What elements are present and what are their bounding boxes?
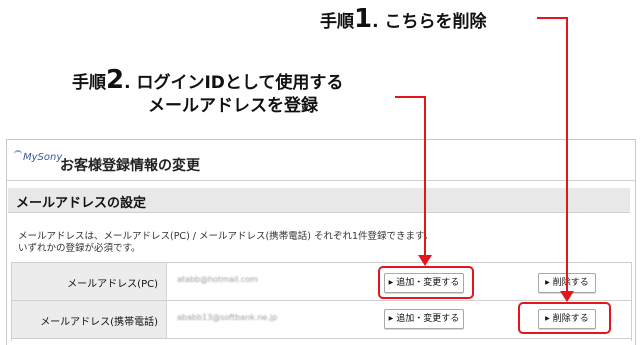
row-label-cell: メールアドレス(PC) bbox=[12, 263, 167, 300]
logo-text: MySony bbox=[23, 152, 63, 163]
email-value: ababb13@softbank.ne.jp bbox=[177, 313, 278, 322]
logo-swoosh-icon bbox=[14, 150, 22, 156]
row-label: メールアドレス(携帯電話) bbox=[40, 317, 158, 328]
button-label: 削除する bbox=[552, 278, 589, 288]
table-row-pc: メールアドレス(PC) atabb@hotmail.com ▶ 追加・変更する ▶… bbox=[12, 263, 631, 301]
triangle-right-icon: ▶ bbox=[545, 279, 550, 286]
step2-text: . ログインIDとして使用する bbox=[124, 73, 344, 93]
section-header: メールアドレスの設定 bbox=[8, 188, 630, 213]
row-label: メールアドレス(PC) bbox=[67, 279, 158, 290]
add-change-button-mobile[interactable]: ▶ 追加・変更する bbox=[384, 309, 464, 329]
highlight-box-delete bbox=[518, 302, 611, 334]
email-value: atabb@hotmail.com bbox=[177, 275, 258, 284]
button-label: 追加・変更する bbox=[396, 314, 460, 324]
section-description-line2: いずれかの登録が必須です。 bbox=[18, 243, 141, 254]
step2-number: 2 bbox=[106, 65, 125, 95]
step2-callout: 手順2. ログインIDとして使用する bbox=[72, 67, 343, 93]
step2-line2: メールアドレスを登録 bbox=[148, 96, 318, 116]
step2-arrow-line bbox=[395, 96, 425, 98]
step1-arrow-line bbox=[537, 17, 567, 19]
step2-prefix: 手順 bbox=[72, 73, 106, 93]
step1-callout: 手順1. こちらを削除 bbox=[320, 6, 486, 32]
title-divider bbox=[6, 180, 636, 181]
step1-arrow-line bbox=[566, 17, 568, 293]
section-heading: メールアドレスの設定 bbox=[16, 196, 147, 211]
highlight-box-add bbox=[378, 266, 474, 299]
page-title: お客様登録情報の変更 bbox=[60, 158, 200, 174]
step1-text: . こちらを削除 bbox=[372, 12, 487, 32]
step1-number: 1 bbox=[354, 4, 373, 34]
step2-arrowhead-icon bbox=[418, 255, 432, 266]
triangle-right-icon: ▶ bbox=[388, 315, 394, 322]
step2-arrow-line bbox=[424, 96, 426, 256]
mysony-logo: MySony bbox=[14, 150, 62, 163]
row-label-cell: メールアドレス(携帯電話) bbox=[12, 301, 167, 338]
step1-arrowhead-icon bbox=[560, 291, 574, 302]
step1-prefix: 手順 bbox=[320, 12, 354, 32]
